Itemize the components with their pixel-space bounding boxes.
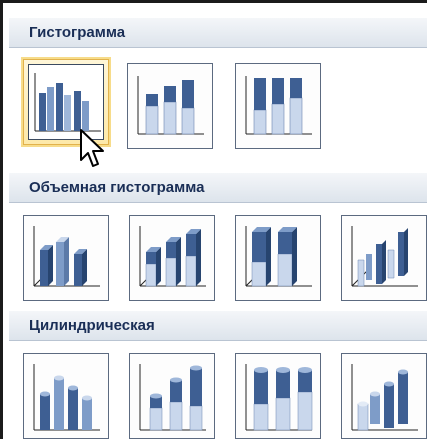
100-stacked-column-icon xyxy=(245,76,312,135)
stacked-column-button[interactable] xyxy=(127,63,213,149)
3d-100-stacked-column-icon xyxy=(245,226,312,287)
cylinder-stacked-icon xyxy=(139,364,206,431)
3d-100-stacked-column-button[interactable] xyxy=(235,215,321,301)
3d-clustered-column-button[interactable] xyxy=(23,215,109,301)
cylinder-100-stacked-icon xyxy=(245,364,313,431)
section-header-3d-column: Объемная гистограмма xyxy=(9,173,427,203)
chart-type-gallery: Гистограмма Объемная гистограмма Цилиндр… xyxy=(0,0,427,439)
3d-stacked-column-icon xyxy=(139,226,206,287)
section-header-column: Гистограмма xyxy=(9,18,427,48)
3d-column-button[interactable] xyxy=(341,215,427,301)
3d-stacked-column-button[interactable] xyxy=(129,215,215,301)
section-header-cylinder: Цилиндрическая xyxy=(9,311,427,341)
cylinder-stacked-button[interactable] xyxy=(129,353,215,439)
cylinder-clustered-icon xyxy=(33,364,100,431)
mouse-cursor-icon xyxy=(80,129,104,167)
3d-column-icon xyxy=(351,226,418,287)
stacked-column-icon xyxy=(137,76,204,135)
cylinder-clustered-button[interactable] xyxy=(23,353,109,439)
cylinder-3d-button[interactable] xyxy=(341,353,427,439)
3d-clustered-column-icon xyxy=(33,226,100,287)
100-stacked-column-button[interactable] xyxy=(235,63,321,149)
cylinder-3d-icon xyxy=(351,364,418,431)
cylinder-100-stacked-button[interactable] xyxy=(235,353,321,439)
